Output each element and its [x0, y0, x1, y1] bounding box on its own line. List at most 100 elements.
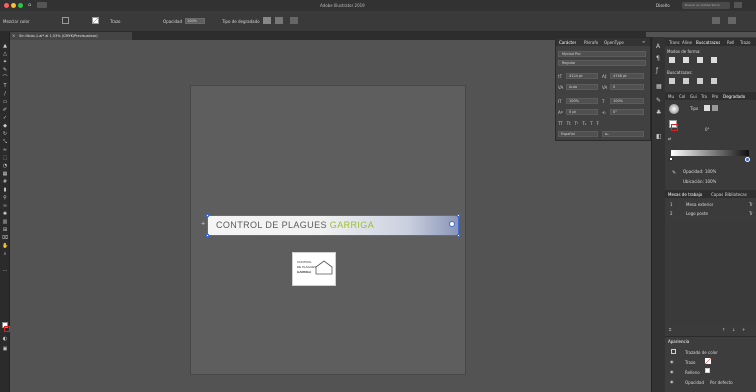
tab-layers[interactable]: Capas — [711, 192, 723, 197]
rotate-tool-icon[interactable]: ↻ — [2, 132, 8, 137]
width-tool-icon[interactable]: ≈ — [2, 148, 8, 153]
move-up-icon[interactable]: ↑ — [722, 327, 725, 332]
stroke-none-swatch[interactable] — [705, 358, 711, 364]
artboard-tool-icon[interactable]: ⊞ — [2, 228, 8, 233]
tab-character[interactable]: Carácter — [559, 40, 576, 45]
font-family-field[interactable]: Myriad Pro — [558, 51, 646, 57]
search-mode-icon[interactable] — [734, 2, 742, 8]
tab-fill[interactable]: Rell — [727, 40, 734, 45]
scale-tool-icon[interactable]: ⤡ — [2, 140, 8, 145]
hand-tool-icon[interactable]: ✋ — [2, 244, 8, 249]
tab-properties[interactable]: Pro — [712, 94, 718, 99]
swatches-panel-icon[interactable]: ▦ — [656, 83, 662, 90]
angle-field[interactable]: 0° — [705, 127, 710, 132]
magic-wand-tool-icon[interactable]: ✦ — [2, 60, 8, 65]
unite-icon[interactable] — [669, 57, 675, 63]
selection-handle[interactable] — [457, 234, 460, 237]
selection-handle[interactable] — [457, 214, 460, 217]
transparency-panel-icon[interactable]: ◧ — [656, 133, 662, 140]
paragraph-panel-icon[interactable]: ¶ — [656, 55, 660, 62]
tab-libraries[interactable]: Bibliotecas — [725, 192, 747, 197]
slice-tool-icon[interactable]: ⌧ — [2, 236, 8, 241]
artboard-options-icon[interactable]: ⌗ — [669, 327, 671, 332]
reverse-gradient-icon[interactable]: ⇄ — [668, 136, 671, 141]
tab-transparency[interactable]: Tra — [701, 94, 707, 99]
new-artboard-icon[interactable]: + — [742, 327, 745, 332]
curvature-tool-icon[interactable]: ⌒ — [2, 76, 8, 81]
language-field[interactable]: Español — [558, 131, 598, 137]
zoom-tool-icon[interactable]: ⌕ — [2, 252, 8, 257]
divide-icon[interactable] — [669, 78, 675, 84]
tab-pathfinder[interactable]: Buscatrazos — [696, 40, 720, 45]
document-tab[interactable]: × Sin título-1.ai* al 1,53% (CMYK/Previs… — [10, 32, 132, 40]
tab-stroke[interactable]: Trazo — [740, 40, 751, 45]
tracking-field[interactable]: 0 — [610, 84, 644, 90]
panel-menu-icon[interactable]: ≡ — [642, 39, 645, 44]
gradient-tool-icon[interactable]: ▮ — [2, 188, 8, 193]
eyedropper-tool-icon[interactable]: ⚲ — [2, 196, 8, 201]
trim-icon[interactable] — [683, 78, 689, 84]
minus-front-icon[interactable] — [683, 57, 689, 63]
visibility-eye-icon[interactable]: ◉ — [670, 379, 674, 384]
linear-gradient-icon[interactable] — [704, 105, 710, 111]
merge-icon[interactable] — [697, 78, 703, 84]
move-down-icon[interactable]: ↓ — [732, 327, 735, 332]
logo-thumbnail[interactable]: CONTROL DE PLAGUES GARRIGA — [292, 252, 336, 286]
horizontal-scale-field[interactable]: 100% — [610, 98, 644, 104]
blend-tool-icon[interactable]: ∞ — [2, 204, 8, 209]
baseline-field[interactable]: 0 pt — [566, 109, 598, 115]
align-icon[interactable] — [263, 17, 271, 24]
tab-mu[interactable]: Mu — [668, 94, 674, 99]
tab-paragraph[interactable]: Párrafo — [584, 40, 598, 45]
home-icon[interactable]: ⌂ — [28, 2, 31, 8]
eyedropper-icon[interactable]: ✎ — [672, 170, 676, 176]
minimize-window-icon[interactable] — [11, 3, 16, 8]
mesh-tool-icon[interactable]: # — [2, 180, 8, 185]
tab-transform[interactable]: Trans — [669, 40, 680, 45]
pen-tool-icon[interactable]: ✎ — [2, 68, 8, 73]
selection-handle[interactable] — [206, 214, 209, 217]
free-transform-tool-icon[interactable]: ⬚ — [2, 156, 8, 161]
appearance-row-stroke[interactable]: Trazo — [685, 360, 696, 365]
intersect-icon[interactable] — [697, 57, 703, 63]
rectangle-tool-icon[interactable]: ▭ — [2, 100, 8, 105]
shape-builder-tool-icon[interactable]: ◔ — [2, 164, 8, 169]
gradient-preview-icon[interactable] — [669, 104, 679, 114]
leading-field[interactable]: 4748 pt — [610, 73, 644, 79]
text-style-buttons[interactable]: TT Tt T¹ T₁ T Ŧ — [558, 121, 599, 126]
rotation-field[interactable]: 0° — [610, 109, 644, 115]
exclude-icon[interactable] — [711, 57, 717, 63]
location-value[interactable]: 100% — [705, 179, 716, 184]
logo-text[interactable]: CONTROL DE PLAGUES GARRIGA — [216, 220, 374, 230]
layer-row-1-name[interactable]: Mesa exterior — [686, 202, 713, 207]
brushes-panel-icon[interactable]: ✎ — [656, 97, 661, 104]
workspace-switcher[interactable]: Diseño — [656, 3, 670, 8]
graph-tool-icon[interactable]: ▥ — [2, 220, 8, 225]
antialias-field[interactable]: aₐ — [602, 131, 644, 137]
perspective-grid-tool-icon[interactable]: ▦ — [2, 172, 8, 177]
close-tab-icon[interactable]: × — [12, 33, 15, 38]
isolate-icon[interactable] — [290, 17, 298, 24]
tab-opentype[interactable]: OpenType — [604, 40, 624, 45]
search-input[interactable]: Buscar en Adobe Stock — [685, 3, 729, 7]
selection-handle[interactable] — [206, 234, 209, 237]
paintbrush-tool-icon[interactable]: ✐ — [2, 108, 8, 113]
close-window-icon[interactable] — [4, 3, 9, 8]
fill-swatch[interactable] — [62, 17, 69, 24]
fill-swatch[interactable] — [705, 368, 710, 373]
crop-icon[interactable] — [711, 78, 717, 84]
appearance-row-fill[interactable]: Relleno — [685, 370, 700, 375]
gradient-stop-black[interactable] — [745, 157, 750, 162]
opacity-value[interactable]: 100% — [705, 169, 716, 174]
stroke-swatch[interactable] — [92, 17, 99, 24]
opacity-field[interactable]: 100% — [185, 18, 205, 24]
glyphs-panel-icon[interactable]: ƒ — [656, 67, 658, 74]
vertical-scale-field[interactable]: 100% — [566, 98, 598, 104]
direct-selection-tool-icon[interactable]: △ — [2, 52, 8, 57]
appearance-row-opacity[interactable]: Opacidad — [685, 380, 704, 385]
transform-icon[interactable] — [275, 17, 283, 24]
type-tool-icon[interactable]: T — [2, 84, 8, 89]
layer-row-2-name[interactable]: Logo poste — [686, 211, 708, 216]
tab-color[interactable]: Col — [679, 94, 685, 99]
gradient-stroke-icon[interactable] — [671, 124, 678, 131]
